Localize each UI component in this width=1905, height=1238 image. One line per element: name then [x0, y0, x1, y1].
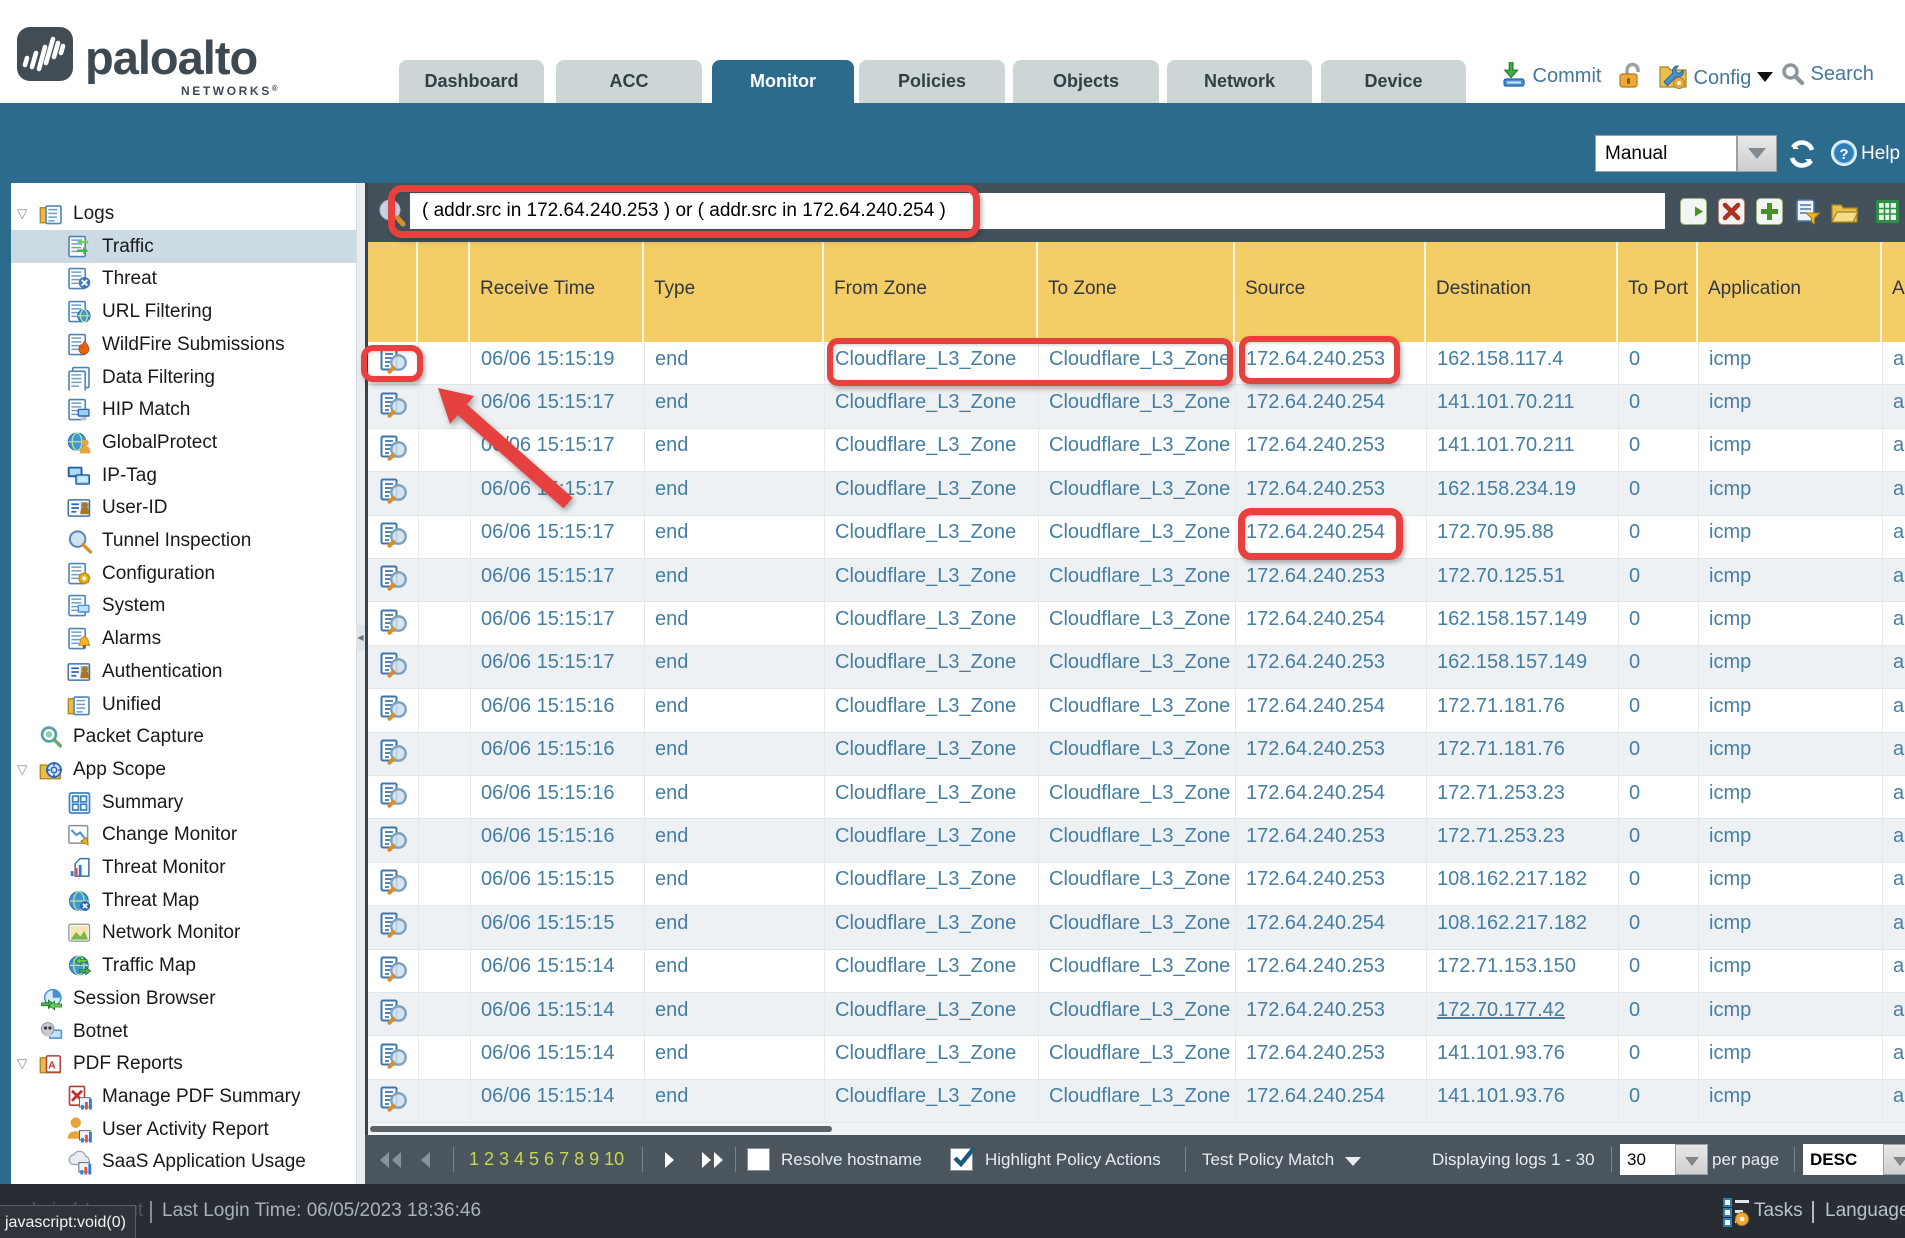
svg-text:A: A: [48, 1061, 55, 1072]
svg-text:?: ?: [1839, 146, 1848, 163]
